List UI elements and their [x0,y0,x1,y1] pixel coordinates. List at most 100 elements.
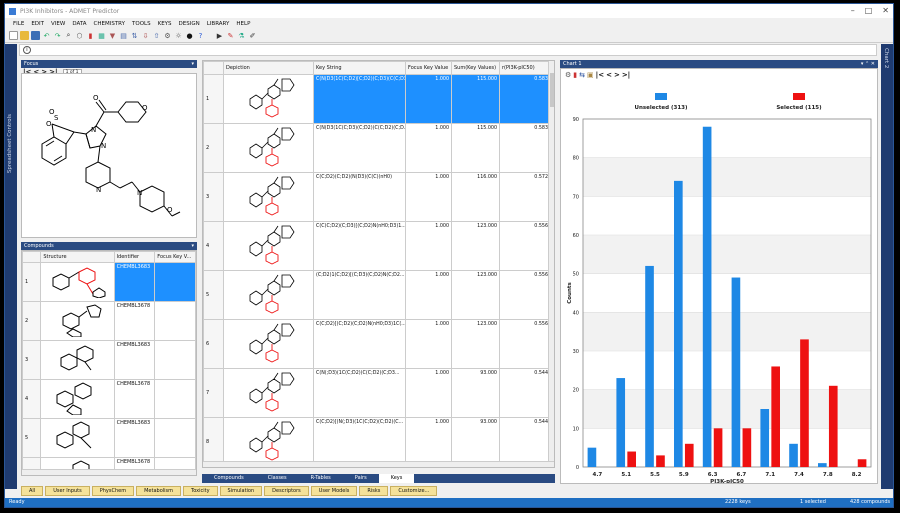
table-row[interactable]: 4 C(C(C;D2)(C;D3)[(C;D2)N(nH0;D3)1... 1.00… [203,221,551,271]
menu-library[interactable]: LIBRARY [207,21,230,27]
molecule-icon[interactable]: ⬡ [75,31,84,40]
col-key-string[interactable]: Key String [313,61,406,75]
flask-icon[interactable]: ⚗ [237,31,246,40]
model-icon[interactable]: ⚙ [163,31,172,40]
horizontal-scrollbar[interactable] [203,461,554,467]
next-icon[interactable]: > [614,71,620,79]
menu-file[interactable]: FILE [13,21,24,27]
menu-edit[interactable]: EDIT [31,21,44,27]
menu-help[interactable]: HELP [236,21,250,27]
pen-icon[interactable]: ✎ [226,31,235,40]
spreadsheet-controls-strip[interactable]: Spreadsheet Controls [5,44,17,489]
info-icon[interactable]: i [23,46,31,54]
stop-icon[interactable]: ● [185,31,194,40]
redo-icon[interactable]: ↷ [53,31,62,40]
table-row[interactable]: 1 CHEMBL3683 [22,262,196,302]
tab-keys[interactable]: Keys [378,474,415,483]
tab-simulation[interactable]: Simulation [219,486,263,496]
scroll-thumb[interactable] [550,73,554,107]
tab-toxicity[interactable]: Toxicity [183,486,218,496]
histogram-chart[interactable]: 0 10 20 30 40 50 60 70 80 90 4.7 5.1 5.5 5.9 6.3 6.7 7.1… [561,81,877,483]
row-number: 1 [203,74,224,124]
tab-compounds[interactable]: Compounds [202,474,256,483]
table-icon[interactable]: ▤ [119,31,128,40]
bar-chart-icon[interactable]: ▮ [573,71,577,79]
tab-descriptors[interactable]: Descriptors [264,486,309,496]
tab-risks[interactable]: Risks [359,486,389,496]
keys-table: Depiction Key String Focus Key Value Sum… [202,60,555,468]
menu-tools[interactable]: TOOLS [132,21,151,27]
menu-view[interactable]: VIEW [51,21,65,27]
menu-design[interactable]: DESIGN [179,21,200,27]
chevron-down-icon[interactable]: ▾ [191,242,194,250]
table-row[interactable]: 6 C(C;D2)[(C;D2)(C;D2)N(nH0;D3)1C(... 1.00… [203,319,551,369]
col-rownum[interactable] [203,61,224,75]
chart-icon[interactable]: ▮ [86,31,95,40]
tab-all[interactable]: All [21,486,44,496]
close-button[interactable]: ✕ [882,6,889,15]
table-row[interactable]: 5 CHEMBL3683 [22,418,196,458]
save-icon[interactable] [31,31,40,40]
folder-icon[interactable] [20,31,29,40]
swap-icon[interactable]: ⇆ [579,71,585,79]
filter-icon[interactable]: ▼ [108,31,117,40]
menu-data[interactable]: DATA [72,21,86,27]
view-tabs: Compounds Classes R-Tables Pairs Keys [202,474,555,483]
menu-chemistry[interactable]: CHEMISTRY [94,21,126,27]
table-row[interactable]: 2 CHEMBL3678 [22,301,196,341]
col-r-pic50[interactable]: r(PI3K-pIC50) [499,61,551,75]
run-icon[interactable]: ▶ [215,31,224,40]
depiction-cell [223,417,314,467]
svg-text:O: O [46,120,52,128]
export-chart-icon[interactable]: ▣ [587,71,594,79]
chevron-down-icon[interactable]: ▾ [191,60,194,68]
undo-icon[interactable]: ↶ [42,31,51,40]
table-row[interactable]: 1 C(N(D3(1C(C;D2)[C;D2)(C;D3)(C(C;D3... 1.… [203,74,551,124]
sort-icon[interactable]: ⇅ [130,31,139,40]
tab-metabolism[interactable]: Metabolism [136,486,182,496]
table-row[interactable]: 7 C(N(;D3)(1C(C;D2)(C(C;D2)(C;D3... 1.000 9… [203,368,551,418]
first-icon[interactable]: |< [596,71,604,79]
col-depiction[interactable]: Depiction [223,61,314,75]
find-icon[interactable]: ⌕ [64,31,73,40]
vertical-scrollbar[interactable] [548,61,554,467]
chart-settings-icon[interactable]: ⚙ [565,71,571,79]
col-focus-key-value[interactable]: Focus Key Value [405,61,452,75]
grid-icon[interactable]: ▦ [97,31,106,40]
minimize-button[interactable]: – [851,6,855,15]
table-row[interactable]: 3 CHEMBL3683 [22,340,196,380]
prev-icon[interactable]: < [606,71,612,79]
x-axis-label: PI3K-pIC50 [710,479,744,483]
brush-icon[interactable]: ✐ [248,31,257,40]
settings-icon[interactable]: ☼ [174,31,183,40]
key-depiction [249,176,295,216]
tab-pairs[interactable]: Pairs [343,474,379,483]
maximize-button[interactable]: □ [865,6,873,15]
table-row[interactable]: 4 CHEMBL3678 [22,379,196,419]
col-identifier[interactable]: Identifier [113,251,156,263]
table-row[interactable]: 3 C(C;D2)(C;D2)(N(D3)(C(C)(nH0) 1.000 116.0… [203,172,551,222]
new-icon[interactable] [9,31,18,40]
window-controls[interactable]: ▾ ⌃ ✕ [861,60,875,68]
table-row[interactable]: 2 C(N(D3(1C(C;D3)(C;D2)(C(C;D2)(C;D... 1.0… [203,123,551,173]
col-structure[interactable]: Structure [40,251,115,263]
col-focus-key[interactable]: Focus Key V... [154,251,196,263]
table-row[interactable]: 8 C(C;D2)[(N(;D3)(1C(C;D2)(C;D2)(C... 1.00… [203,417,551,467]
table-row[interactable]: 5 (C;D2)1(C;D2)[(C;D3)(C;D2)N(C;D2... 1.00… [203,270,551,320]
tab-user-models[interactable]: User Models [310,486,358,496]
tab-physchem[interactable]: PhysChem [91,486,135,496]
import-icon[interactable]: ⇩ [141,31,150,40]
tab-user-inputs[interactable]: User Inputs [45,486,90,496]
export-icon[interactable]: ⇧ [152,31,161,40]
tab-customize[interactable]: Customize... [390,486,438,496]
help-icon[interactable]: ? [196,31,205,40]
status-ready: Ready [9,499,25,505]
chart2-strip[interactable]: Chart 2 [881,44,893,489]
last-icon[interactable]: >| [622,71,630,79]
tab-r-tables[interactable]: R-Tables [299,474,343,483]
col-sum-key-values[interactable]: Sum(Key Values) [451,61,500,75]
menu-keys[interactable]: KEYS [158,21,172,27]
horizontal-scrollbar[interactable] [22,469,196,475]
col-rownum[interactable] [22,251,42,263]
tab-classes[interactable]: Classes [256,474,299,483]
